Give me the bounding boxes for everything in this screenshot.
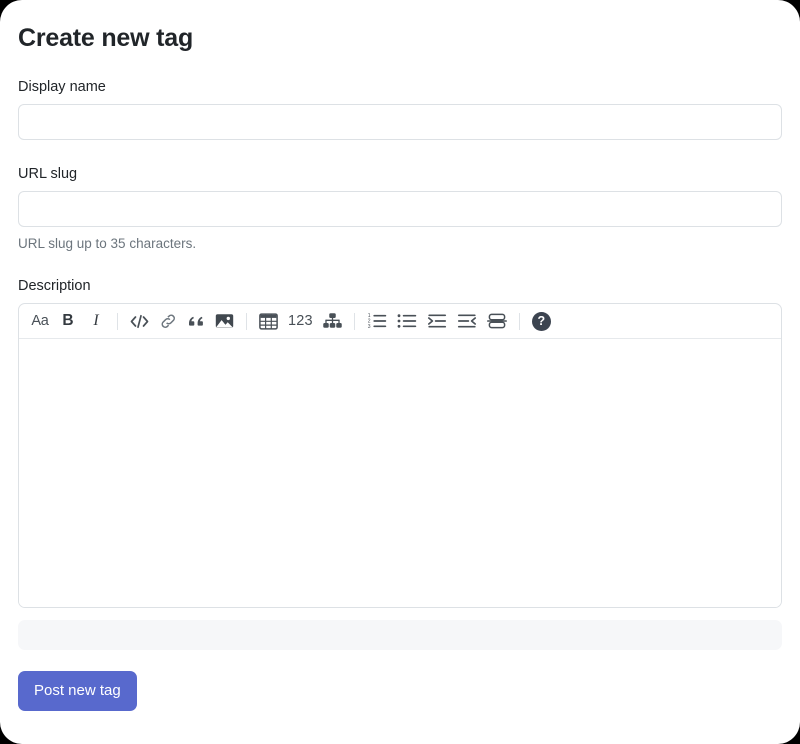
unordered-list-icon[interactable] — [393, 308, 421, 334]
svg-text:3: 3 — [368, 324, 371, 329]
link-icon[interactable] — [155, 308, 181, 334]
field-url-slug: URL slug URL slug up to 35 characters. — [18, 165, 782, 252]
sitemap-icon[interactable] — [319, 308, 346, 334]
toolbar-divider — [117, 313, 118, 330]
help-icon-glyph: ? — [532, 312, 551, 331]
url-slug-label: URL slug — [18, 165, 782, 183]
image-icon[interactable] — [211, 308, 238, 334]
field-display-name: Display name — [18, 78, 782, 140]
toolbar-divider — [246, 313, 247, 330]
page-title: Create new tag — [18, 20, 782, 53]
description-editor: Aa B I — [18, 303, 782, 608]
horizontal-rule-icon[interactable] — [483, 308, 511, 334]
field-description: Description Aa B I — [18, 277, 782, 608]
code-icon[interactable] — [126, 308, 153, 334]
post-new-tag-button[interactable]: Post new tag — [18, 671, 137, 711]
url-slug-help-text: URL slug up to 35 characters. — [18, 235, 782, 252]
display-name-label: Display name — [18, 78, 782, 96]
create-tag-page: Create new tag Display name URL slug URL… — [0, 0, 800, 744]
toolbar-divider — [354, 313, 355, 330]
bold-icon[interactable]: B — [55, 308, 81, 334]
toolbar-divider — [519, 313, 520, 330]
editor-footer-placeholder — [18, 620, 782, 650]
description-editor-body[interactable] — [19, 339, 781, 607]
editor-toolbar: Aa B I — [19, 304, 781, 339]
ordered-list-icon[interactable]: 1 2 3 — [363, 308, 391, 334]
help-icon[interactable]: ? — [528, 308, 555, 334]
quote-icon[interactable] — [183, 308, 209, 334]
description-label: Description — [18, 277, 782, 295]
indent-icon[interactable] — [423, 308, 451, 334]
url-slug-input[interactable] — [18, 191, 782, 227]
table-icon[interactable] — [255, 308, 282, 334]
numbers-icon[interactable]: 123 — [284, 308, 317, 334]
submit-row: Post new tag — [18, 671, 782, 711]
font-size-icon[interactable]: Aa — [27, 308, 53, 334]
outdent-icon[interactable] — [453, 308, 481, 334]
page-content: Create new tag Display name URL slug URL… — [0, 0, 800, 711]
display-name-input[interactable] — [18, 104, 782, 140]
italic-icon[interactable]: I — [83, 308, 109, 334]
